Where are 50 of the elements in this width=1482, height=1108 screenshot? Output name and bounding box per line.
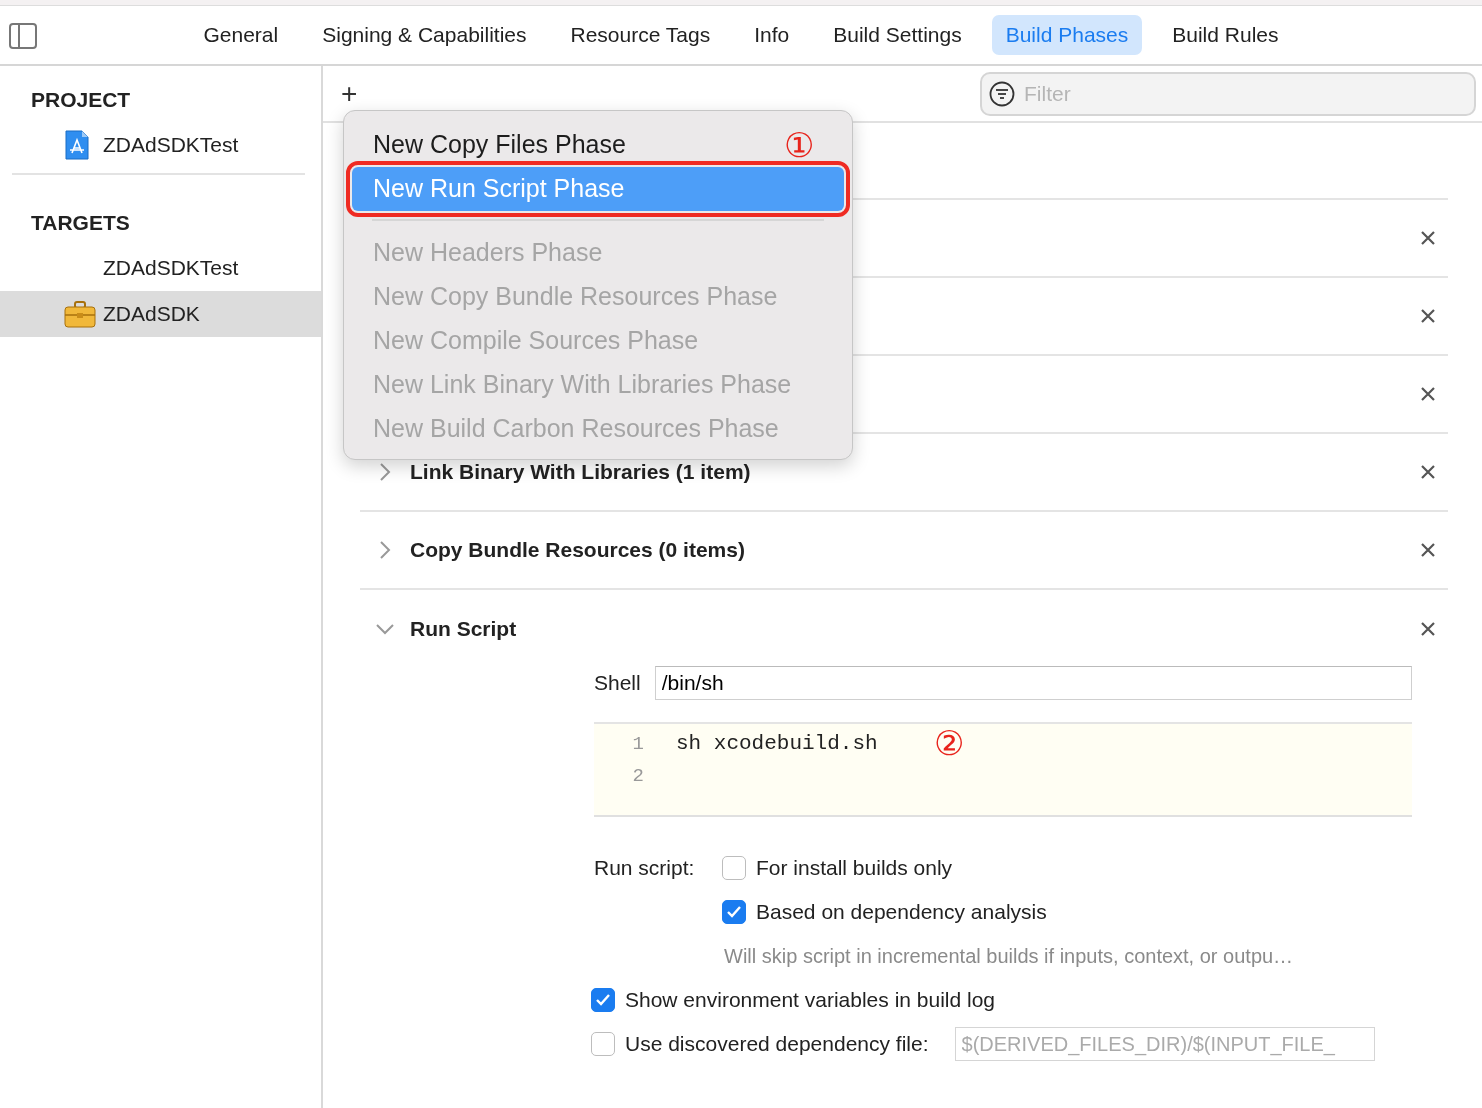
close-icon xyxy=(1420,542,1436,558)
script-editor[interactable]: 1 sh xcodebuild.sh 2 ② xyxy=(594,722,1412,817)
sidebar-item[interactable]: ZDAdSDKTest xyxy=(0,122,321,168)
checkmark-icon xyxy=(594,992,612,1008)
step-number: ① xyxy=(784,128,814,162)
shell-label: Shell xyxy=(594,670,641,697)
close-icon xyxy=(1420,230,1436,246)
tab[interactable]: Build Rules xyxy=(1158,15,1293,55)
tab[interactable]: Resource Tags xyxy=(556,15,725,55)
tab[interactable]: General xyxy=(189,15,293,55)
step-number: ② xyxy=(934,726,964,760)
line-number: 1 xyxy=(631,731,644,757)
chevron-right-icon[interactable] xyxy=(378,462,392,482)
chevron-right-icon[interactable] xyxy=(378,540,392,560)
checkbox[interactable] xyxy=(591,988,615,1012)
dependency-file-field[interactable]: $(DERIVED_FILES_DIR)/$(INPUT_FILE_ xyxy=(954,1027,1375,1061)
shell-field[interactable]: /bin/sh xyxy=(654,666,1412,700)
tab[interactable]: Build Settings xyxy=(819,15,976,55)
checkbox[interactable] xyxy=(591,1032,615,1056)
section-heading: TARGETS xyxy=(30,210,131,236)
chevron-down-icon[interactable] xyxy=(375,622,395,636)
section-heading: PROJECT xyxy=(30,87,132,113)
sidebar-item[interactable]: ZDAdSDK xyxy=(0,291,321,337)
tab[interactable]: Signing & Capabilities xyxy=(308,15,541,55)
tab[interactable]: Info xyxy=(740,15,804,55)
phase-title: Run Script xyxy=(410,616,517,643)
option-label: Use discovered dependency file: xyxy=(625,1031,929,1058)
menu-item[interactable]: New Copy Files Phase xyxy=(352,123,647,167)
close-icon xyxy=(1420,621,1436,637)
checkmark-icon xyxy=(725,904,743,920)
hint-text: Will skip script in incremental builds if inputs, context, or outpu… xyxy=(724,944,1295,969)
option-label: Based on dependency analysis xyxy=(756,899,1047,926)
app-file-icon xyxy=(64,130,90,160)
close-icon xyxy=(1420,464,1436,480)
line-number: 2 xyxy=(631,763,644,789)
filter-field[interactable]: Filter xyxy=(980,71,1476,116)
sidebar-toggle-icon[interactable] xyxy=(9,23,37,49)
code-line: sh xcodebuild.sh xyxy=(676,731,878,758)
sidebar-item[interactable]: ZDAdSDKTest xyxy=(0,245,321,291)
add-button[interactable]: + xyxy=(337,79,362,108)
phase-title: Link Binary With Libraries (1 item) xyxy=(410,459,751,486)
option-label: For install builds only xyxy=(756,855,953,882)
checkbox[interactable] xyxy=(722,900,746,924)
close-icon xyxy=(1420,308,1436,324)
checkbox[interactable] xyxy=(722,856,746,880)
toolbox-icon xyxy=(64,300,96,328)
run-script-label: Run script: xyxy=(594,855,696,882)
option-label: Show environment variables in build log xyxy=(625,987,996,1014)
close-icon xyxy=(1420,386,1436,402)
phase-title: Copy Bundle Resources (0 items) xyxy=(410,537,745,564)
